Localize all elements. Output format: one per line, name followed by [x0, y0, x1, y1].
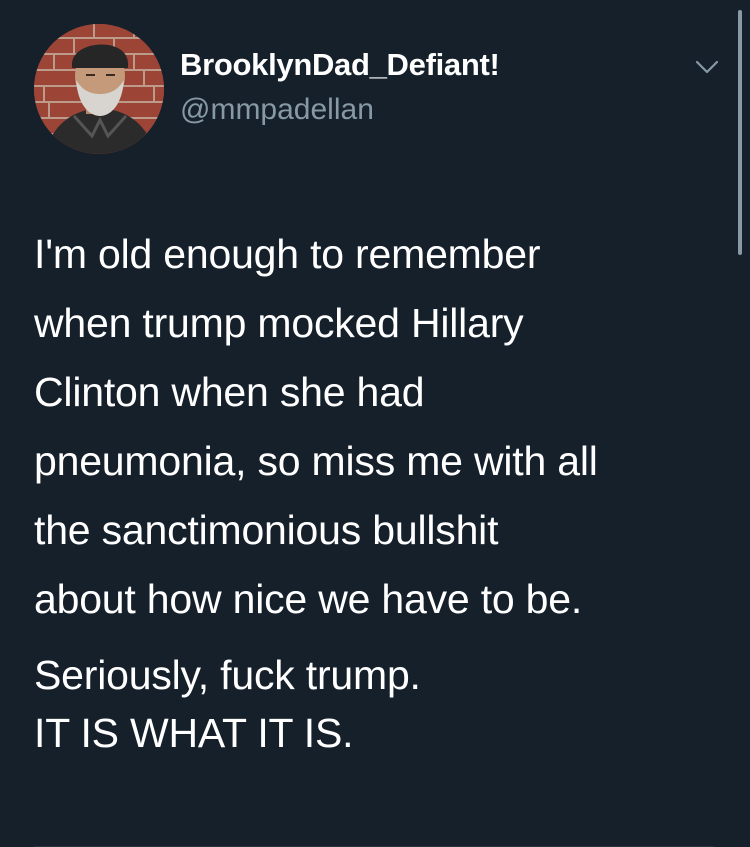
avatar-photo	[34, 24, 164, 154]
scrollbar[interactable]	[735, 0, 745, 260]
display-name[interactable]: BrooklynDad_Defiant!	[180, 47, 500, 83]
tweet-paragraph-1: I'm old enough to remember when trump mo…	[34, 220, 734, 634]
avatar[interactable]	[34, 24, 164, 154]
tweet-line: IT IS WHAT IT IS.	[34, 710, 354, 756]
tweet-line: about how nice we have to be.	[34, 576, 583, 622]
user-handle[interactable]: @mmpadellan	[180, 93, 374, 127]
tweet-line: the sanctimonious bullshit	[34, 507, 499, 553]
tweet-line: Seriously, fuck trump.	[34, 652, 421, 698]
tweet-text: I'm old enough to remember when trump mo…	[34, 220, 734, 762]
tweet-line: Clinton when she had	[34, 369, 425, 415]
tweet-paragraph-2: Seriously, fuck trump. IT IS WHAT IT IS.	[34, 646, 734, 762]
tweet-line: I'm old enough to remember	[34, 231, 541, 277]
tweet-line: pneumonia, so miss me with all	[34, 438, 598, 484]
scrollbar-thumb[interactable]	[738, 10, 742, 255]
tweet-card: BrooklynDad_Defiant! @mmpadellan I'm old…	[0, 0, 750, 847]
chevron-down-icon[interactable]	[694, 58, 720, 76]
tweet-line: when trump mocked Hillary	[34, 300, 524, 346]
